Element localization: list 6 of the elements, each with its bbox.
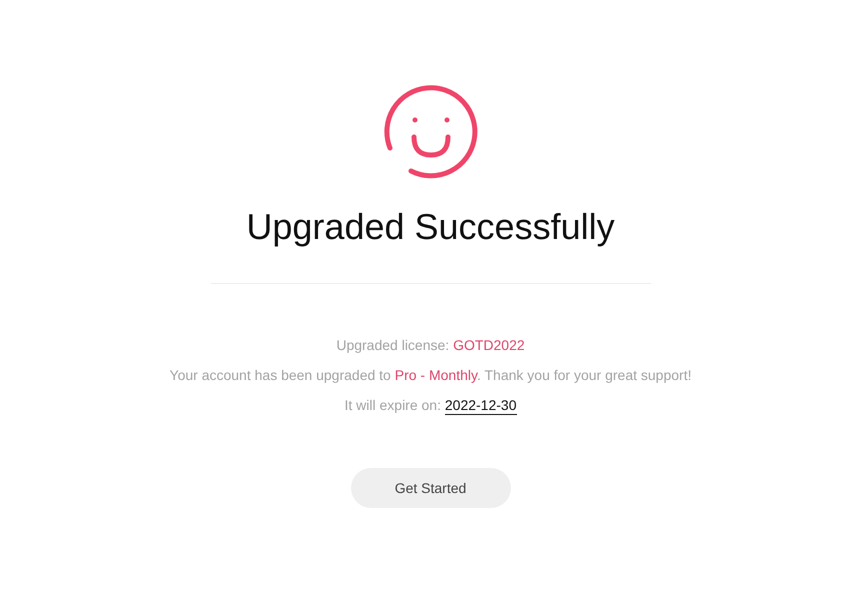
detail-line: Upgraded license: GOTD2022 bbox=[336, 336, 525, 355]
smiley-icon bbox=[382, 83, 480, 181]
get-started-button[interactable]: Get Started bbox=[350, 468, 510, 508]
detail-line: It will expire on: 2022-12-30 bbox=[344, 396, 516, 415]
title: Upgraded Successfully bbox=[246, 205, 615, 249]
detail-line: Your account has been upgraded to Pro - Monthly. Thank you for your great support! bbox=[170, 366, 692, 385]
